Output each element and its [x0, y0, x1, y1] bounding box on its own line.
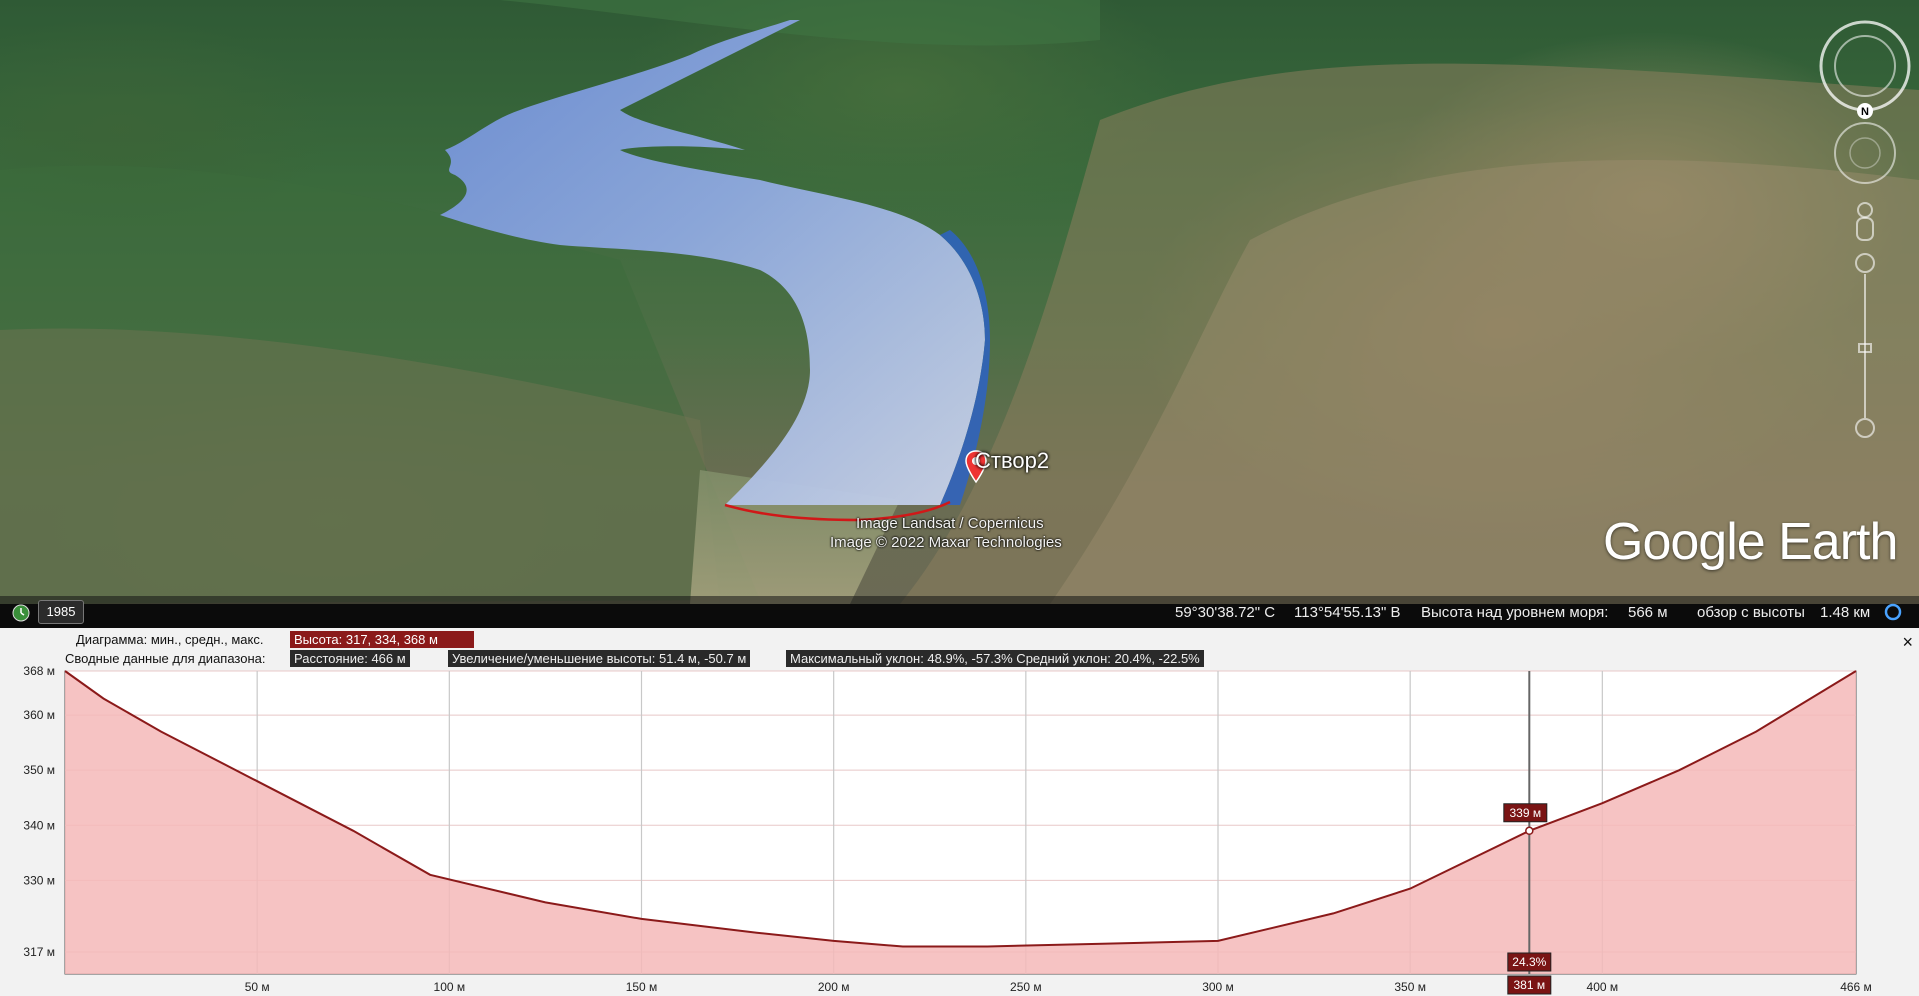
x-tick-label: 400 м: [1587, 980, 1619, 994]
x-tick-label: 100 м: [434, 980, 466, 994]
y-tick-label: 330 м: [23, 873, 55, 887]
historical-imagery-clock-icon[interactable]: [12, 604, 30, 622]
cursor-point: [1525, 826, 1534, 836]
y-tick-label: 317 м: [23, 945, 55, 959]
x-tick-label: 200 м: [818, 980, 850, 994]
profile-elevation-summary: Высота: 317, 334, 368 м: [290, 631, 474, 648]
profile-elevation-gain-loss: Увеличение/уменьшение высоты: 51.4 м, -5…: [448, 650, 751, 667]
street-view-pegman-icon[interactable]: [1856, 202, 1874, 241]
status-latitude: 59°30'38.72" С: [1175, 604, 1276, 621]
x-tick-label: 150 м: [626, 980, 658, 994]
status-elevation-value: 566 м: [1628, 604, 1668, 621]
y-tick-label: 350 м: [23, 763, 55, 777]
cursor-elevation-tag-text: 339 м: [1510, 806, 1542, 820]
google-earth-logo: Google Earth: [1603, 513, 1898, 571]
zoom-slider-icon[interactable]: [1855, 253, 1875, 438]
profile-slope-summary: Максимальный уклон: 48.9%, -57.3% Средни…: [786, 650, 1204, 667]
status-bar: 59°30'38.72" С 113°54'55.13" В Высота на…: [0, 596, 1919, 628]
attribution-line-1: Image Landsat / Copernicus: [856, 515, 1044, 532]
status-eye-altitude-value: 1.48 км: [1820, 604, 1871, 621]
streaming-status-icon: [1884, 603, 1902, 621]
attribution-line-2: Image © 2022 Maxar Technologies: [830, 534, 1062, 551]
profile-diagram-label: Диаграмма: мин., средн., макс.: [76, 632, 264, 647]
navigation-controls[interactable]: N: [1815, 18, 1915, 448]
x-tick-label: 300 м: [1202, 980, 1234, 994]
cursor-distance-tag: 381 м: [1507, 975, 1552, 995]
compass-north-letter: N: [1861, 106, 1869, 118]
x-tick-label: 350 м: [1394, 980, 1426, 994]
placemark-label[interactable]: Створ2: [975, 448, 1049, 474]
x-tick-label: 250 м: [1010, 980, 1042, 994]
compass-ring-icon[interactable]: N: [1819, 20, 1911, 119]
historical-imagery-year[interactable]: 1985: [38, 600, 84, 624]
status-elevation-label: Высота над уровнем моря:: [1421, 604, 1609, 621]
x-tick-label: 466 м: [1840, 980, 1872, 994]
look-joystick-icon[interactable]: [1834, 122, 1896, 184]
profile-distance: Расстояние: 466 м: [290, 650, 410, 667]
profile-range-label: Сводные данные для диапазона:: [65, 651, 266, 666]
status-longitude: 113°54'55.13" В: [1294, 604, 1401, 621]
cursor-distance-tag-text: 381 м: [1514, 978, 1546, 992]
elevation-profile-chart[interactable]: 317 м 330 м 340 м 350 м 360 м 368 м 50 м 100 м 1…: [0, 628, 1919, 996]
x-tick-label: 50 м: [245, 980, 270, 994]
cursor-slope-tag: 24.3%: [1507, 952, 1552, 972]
cursor-slope-tag-text: 24.3%: [1512, 955, 1546, 969]
y-tick-label: 368 м: [23, 664, 55, 678]
y-tick-label: 340 м: [23, 818, 55, 832]
status-eye-altitude-label: обзор с высоты: [1697, 604, 1805, 621]
y-tick-label: 360 м: [23, 708, 55, 722]
close-profile-button[interactable]: ×: [1902, 632, 1913, 653]
elevation-profile-panel: 317 м 330 м 340 м 350 м 360 м 368 м 50 м 100 м 1…: [0, 628, 1919, 996]
map-viewport[interactable]: Створ2 Image Landsat / Copernicus Image …: [0, 0, 1919, 604]
cursor-elevation-tag: 339 м: [1503, 803, 1548, 823]
